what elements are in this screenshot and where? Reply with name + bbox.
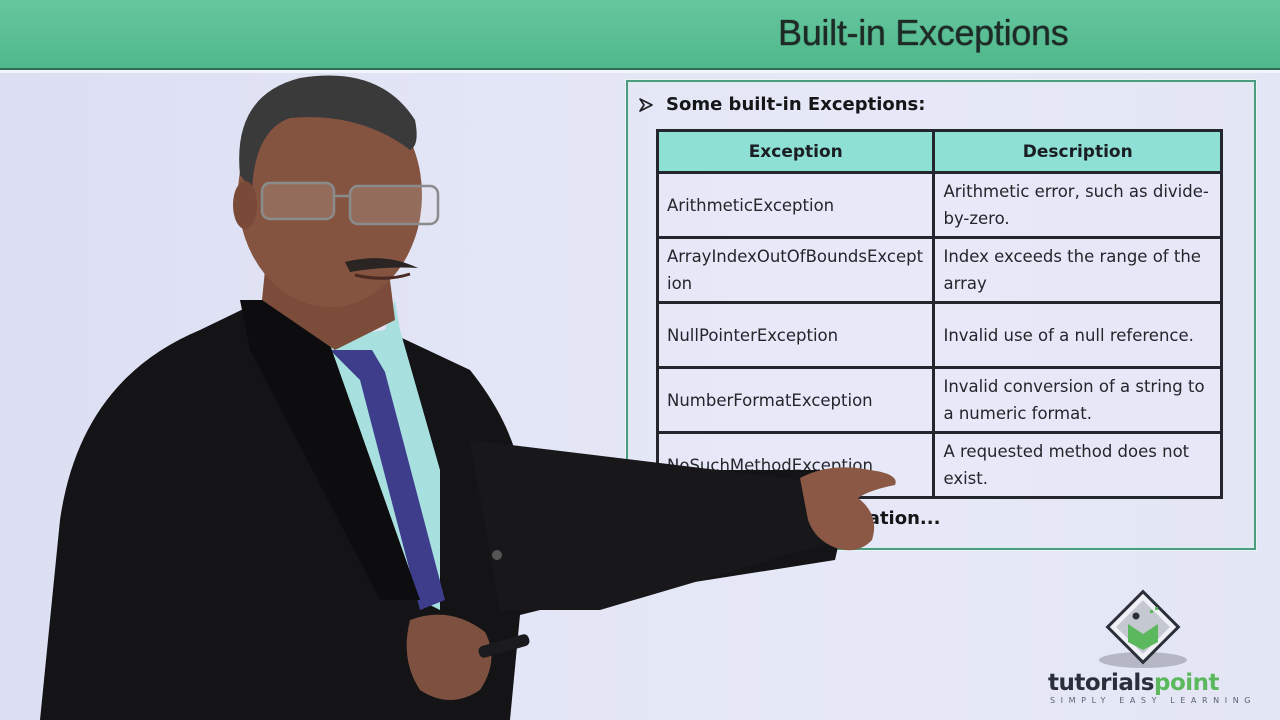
- bullet-text: Some built-in Exceptions:: [666, 94, 926, 115]
- description-cell: Index exceeds the range of the array: [932, 236, 1223, 304]
- description-cell: A requested method does not exist.: [932, 431, 1223, 499]
- presenter-glasses: [260, 181, 336, 221]
- slide-header-band: [0, 0, 1280, 73]
- description-cell: Invalid conversion of a string to a nume…: [932, 366, 1223, 434]
- logo-word-tutorials: tutorials: [1048, 670, 1155, 696]
- presenter-tie: [330, 350, 445, 610]
- presenter-head: [238, 83, 422, 307]
- arrowhead-bullet-icon: [639, 97, 653, 112]
- logo-wordmark: tutorialspoint: [1048, 670, 1220, 696]
- exception-cell: NumberFormatException: [655, 366, 936, 434]
- column-header-description: Description: [932, 129, 1223, 174]
- table-row: ArrayIndexOutOfBoundsException Index exc…: [655, 236, 1223, 304]
- column-header-exception: Exception: [655, 129, 936, 174]
- exception-cell: NullPointerException: [655, 301, 936, 369]
- bullet-heading: Some built-in Exceptions:: [638, 94, 925, 115]
- table-row: NumberFormatException Invalid conversion…: [655, 366, 1223, 434]
- description-cell: Arithmetic error, such as divide-by-zero…: [932, 171, 1223, 239]
- table-row: NullPointerException Invalid use of a nu…: [655, 301, 1223, 369]
- remote-clicker: [478, 634, 530, 658]
- exception-cell: NoSuchMethodException: [655, 431, 936, 499]
- description-cell: Invalid use of a null reference.: [932, 301, 1223, 369]
- logo-word-point: point: [1154, 670, 1220, 696]
- footer-demonstration-text: Let's see a demonstration...: [656, 508, 941, 529]
- slide-title: Built-in Exceptions: [778, 12, 1069, 53]
- table-row: ArithmeticException Arithmetic error, su…: [655, 171, 1223, 239]
- presenter-shirt: [262, 268, 440, 610]
- table-header-row: Exception Description: [655, 129, 1223, 174]
- presenter-hair: [239, 75, 417, 190]
- table-row: NoSuchMethodException A requested method…: [655, 431, 1223, 499]
- exceptions-table: Exception Description ArithmeticExceptio…: [655, 129, 1223, 499]
- exception-cell: ArrayIndexOutOfBoundsException: [655, 236, 936, 304]
- exception-cell: ArithmeticException: [655, 171, 936, 239]
- presenter-lower-hand: [406, 614, 492, 700]
- logo-tagline: SIMPLY EASY LEARNING: [1050, 696, 1257, 705]
